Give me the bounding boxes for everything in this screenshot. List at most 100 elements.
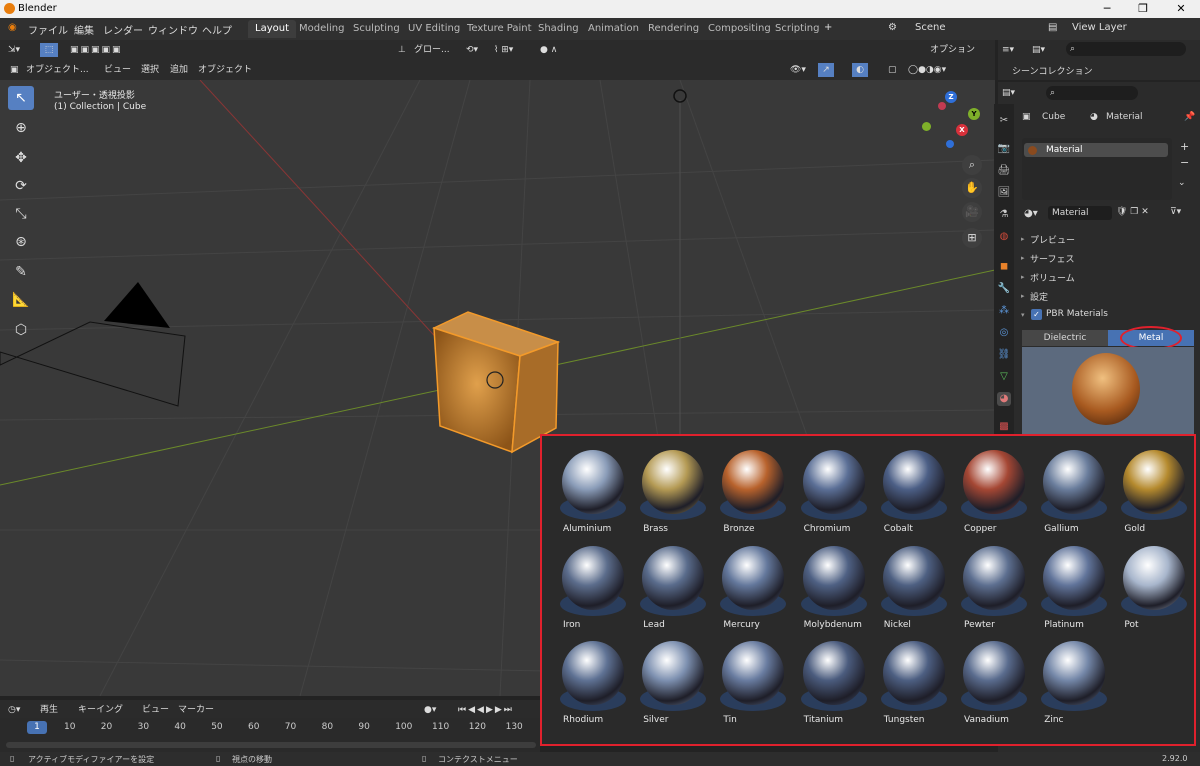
slot-menu-icon[interactable]: ⌄ bbox=[1178, 178, 1186, 188]
material-item-silver[interactable]: Silver bbox=[626, 637, 707, 733]
workspace-tab-uv-editing[interactable]: UV Editing bbox=[401, 20, 467, 38]
material-slot-item[interactable]: Material bbox=[1024, 143, 1168, 157]
expand-icon[interactable]: ▸ bbox=[1021, 292, 1025, 300]
menu-object[interactable]: オブジェクト bbox=[198, 63, 252, 77]
select-box-icon[interactable]: ⬚ bbox=[40, 43, 58, 57]
annotate-tool-icon[interactable]: ✎ bbox=[8, 260, 34, 284]
camera-view-icon[interactable]: 🎥 bbox=[962, 202, 982, 222]
fake-user-icon[interactable]: 🛡 ❐ ✕ bbox=[1116, 207, 1149, 217]
workspace-tab-rendering[interactable]: Rendering bbox=[641, 20, 706, 38]
material-item-titanium[interactable]: Titanium bbox=[787, 637, 867, 733]
pin-icon[interactable]: 📌 bbox=[1184, 112, 1195, 122]
transform-orientation-dropdown[interactable]: グロー... bbox=[414, 43, 450, 57]
material-name-field[interactable]: Material bbox=[1048, 206, 1112, 220]
view-layer-tab-icon[interactable]: 🖼 bbox=[997, 186, 1011, 200]
material-item-tin[interactable]: Tin bbox=[706, 637, 787, 733]
move-tool-icon[interactable]: ✥ bbox=[8, 146, 34, 170]
close-button[interactable]: ✕ bbox=[1174, 2, 1188, 16]
zoom-icon[interactable]: ⌕ bbox=[962, 155, 982, 175]
visibility-icon[interactable]: 👁▾ bbox=[790, 63, 806, 77]
outliner-filter-icon[interactable]: ▤▾ bbox=[1032, 43, 1045, 57]
gizmo-y-axis[interactable]: Y bbox=[968, 108, 980, 120]
panel-preview[interactable]: プレビュー bbox=[1030, 233, 1075, 246]
gizmo-icon[interactable]: ↗ bbox=[818, 63, 834, 77]
panel-settings[interactable]: 設定 bbox=[1030, 290, 1048, 303]
context-object-label[interactable]: Cube bbox=[1042, 112, 1065, 122]
menu-render[interactable]: レンダー bbox=[103, 22, 143, 37]
scale-tool-icon[interactable]: ⤡ bbox=[8, 202, 34, 226]
menu-view[interactable]: ビュー bbox=[104, 63, 131, 77]
workspace-tab-scripting[interactable]: Scripting bbox=[768, 20, 826, 38]
maximize-button[interactable]: ❐ bbox=[1136, 2, 1150, 16]
gizmo-z-axis[interactable]: Z bbox=[945, 91, 957, 103]
expand-icon[interactable]: ▸ bbox=[1021, 235, 1025, 243]
expand-icon[interactable]: ▸ bbox=[1021, 254, 1025, 262]
playback-controls[interactable]: ⏮◀◀▶▶⏭ bbox=[458, 703, 514, 717]
add-slot-icon[interactable]: + bbox=[1180, 140, 1189, 153]
gizmo-neg-z[interactable] bbox=[946, 140, 954, 148]
view-layer-icon[interactable]: ▤ bbox=[1048, 22, 1057, 33]
material-item-aluminium[interactable]: Aluminium bbox=[546, 446, 626, 542]
tab-dielectric[interactable]: Dielectric bbox=[1022, 330, 1108, 346]
material-item-gallium[interactable]: Gallium bbox=[1027, 446, 1108, 542]
material-item-platinum[interactable]: Platinum bbox=[1027, 542, 1108, 638]
scene-collection-label[interactable]: シーンコレクション bbox=[1012, 64, 1093, 77]
navigation-gizmo[interactable]: Z Y X bbox=[918, 88, 986, 156]
scene-icon[interactable]: ⚙ bbox=[888, 22, 897, 33]
material-item-brass[interactable]: Brass bbox=[626, 446, 707, 542]
output-tab-icon[interactable]: 🖨 bbox=[997, 164, 1011, 178]
expand-icon[interactable]: ▸ bbox=[1021, 273, 1025, 281]
outliner-search-icon[interactable]: ⌕ bbox=[1066, 42, 1186, 56]
snap-icon[interactable]: ⌇ ⊞▾ bbox=[494, 43, 513, 57]
mode-dropdown[interactable]: オブジェクト... bbox=[26, 63, 89, 77]
pbr-enable-checkbox[interactable]: ✓ bbox=[1031, 309, 1042, 320]
scene-tab-icon[interactable]: ⚗ bbox=[997, 208, 1011, 222]
playback-menu[interactable]: 再生 bbox=[40, 703, 58, 717]
render-tab-icon[interactable]: 📷 bbox=[997, 142, 1011, 156]
material-browse-icon[interactable]: ◕▾ bbox=[1024, 208, 1038, 219]
timeline-editor-icon[interactable]: ◷▾ bbox=[8, 703, 20, 717]
rotate-tool-icon[interactable]: ⟳ bbox=[8, 174, 34, 198]
material-item-nickel[interactable]: Nickel bbox=[867, 542, 947, 638]
cursor-tool-icon[interactable]: ⊕ bbox=[8, 116, 34, 140]
collapse-icon[interactable]: ▾ bbox=[1021, 311, 1025, 319]
workspace-tab-layout[interactable]: Layout bbox=[248, 20, 296, 38]
add-cube-tool-icon[interactable]: ⬡ bbox=[8, 318, 34, 342]
record-icon[interactable]: ●▾ bbox=[424, 703, 436, 717]
data-tab-icon[interactable]: ▽ bbox=[997, 370, 1011, 384]
xray-icon[interactable]: ▢ bbox=[888, 63, 897, 77]
menu-file[interactable]: ファイル bbox=[28, 22, 68, 37]
material-item-copper[interactable]: Copper bbox=[947, 446, 1027, 542]
view-layer-name[interactable]: View Layer bbox=[1072, 22, 1127, 33]
editor-type-icon[interactable]: ⇲▾ bbox=[8, 43, 20, 57]
material-item-cobalt[interactable]: Cobalt bbox=[867, 446, 947, 542]
outliner-editor-icon[interactable]: ≡▾ bbox=[1002, 43, 1014, 57]
timeline-scrollbar[interactable] bbox=[6, 742, 536, 748]
material-item-rhodium[interactable]: Rhodium bbox=[546, 637, 626, 733]
material-preview-thumbnail[interactable] bbox=[1022, 347, 1194, 439]
material-item-molybdenum[interactable]: Molybdenum bbox=[787, 542, 867, 638]
material-item-iron[interactable]: Iron bbox=[546, 542, 626, 638]
menu-add[interactable]: 追加 bbox=[170, 63, 188, 77]
ortho-grid-icon[interactable]: ⊞ bbox=[962, 228, 982, 248]
workspace-tab-shading[interactable]: Shading bbox=[531, 20, 586, 38]
gizmo-x-axis[interactable]: X bbox=[956, 124, 968, 136]
panel-surface[interactable]: サーフェス bbox=[1030, 252, 1074, 265]
material-item-mercury[interactable]: Mercury bbox=[706, 542, 787, 638]
workspace-tab-compositing[interactable]: Compositing bbox=[701, 20, 778, 38]
pan-hand-icon[interactable]: ✋ bbox=[962, 178, 982, 198]
menu-help[interactable]: ヘルプ bbox=[202, 22, 232, 37]
material-item-zinc[interactable]: Zinc bbox=[1027, 637, 1108, 733]
texture-tab-icon[interactable]: ▩ bbox=[997, 420, 1011, 434]
material-item-bronze[interactable]: Bronze bbox=[706, 446, 787, 542]
panel-pbr-materials[interactable]: PBR Materials bbox=[1046, 309, 1108, 319]
timeline[interactable]: 1 10 20 30 40 50 60 70 80 90 100 110 120 130 bbox=[0, 718, 540, 752]
camera-object[interactable] bbox=[104, 282, 170, 328]
properties-editor-icon[interactable]: ▤▾ bbox=[1002, 86, 1015, 100]
physics-tab-icon[interactable]: ◎ bbox=[997, 326, 1011, 340]
material-filter-icon[interactable]: ⊽▾ bbox=[1170, 207, 1181, 217]
object-tab-icon[interactable]: ◼ bbox=[997, 260, 1011, 274]
material-item-lead[interactable]: Lead bbox=[626, 542, 707, 638]
marker-menu[interactable]: マーカー bbox=[178, 703, 214, 717]
material-item-tungsten[interactable]: Tungsten bbox=[867, 637, 947, 733]
